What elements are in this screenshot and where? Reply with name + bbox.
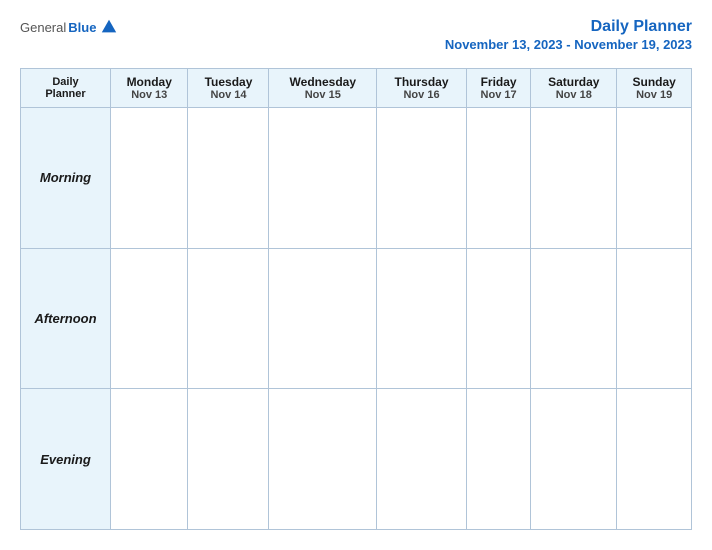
- title-area: Daily Planner November 13, 2023 - Novemb…: [445, 18, 692, 54]
- cell-morning-saturday[interactable]: [531, 108, 617, 249]
- cell-evening-monday[interactable]: [111, 389, 188, 530]
- col-header-saturday: Saturday Nov 18: [531, 69, 617, 108]
- cell-morning-friday[interactable]: [466, 108, 530, 249]
- logo: General Blue: [20, 18, 118, 36]
- day-name-wednesday: Wednesday: [273, 75, 372, 89]
- day-date-tuesday: Nov 14: [192, 89, 264, 101]
- date-range: November 13, 2023 - November 19, 2023: [445, 37, 692, 52]
- label-header-top: Daily: [25, 76, 106, 88]
- day-name-friday: Friday: [471, 75, 526, 89]
- cell-evening-tuesday[interactable]: [188, 389, 269, 530]
- row-morning: Morning: [21, 108, 692, 249]
- cell-evening-friday[interactable]: [466, 389, 530, 530]
- day-date-wednesday: Nov 15: [273, 89, 372, 101]
- cell-afternoon-saturday[interactable]: [531, 248, 617, 389]
- day-date-saturday: Nov 18: [535, 89, 612, 101]
- col-header-tuesday: Tuesday Nov 14: [188, 69, 269, 108]
- cell-evening-thursday[interactable]: [377, 389, 467, 530]
- cell-morning-monday[interactable]: [111, 108, 188, 249]
- col-header-sunday: Sunday Nov 19: [617, 69, 692, 108]
- col-header-wednesday: Wednesday Nov 15: [269, 69, 377, 108]
- day-name-tuesday: Tuesday: [192, 75, 264, 89]
- cell-evening-sunday[interactable]: [617, 389, 692, 530]
- col-header-thursday: Thursday Nov 16: [377, 69, 467, 108]
- col-header-monday: Monday Nov 13: [111, 69, 188, 108]
- day-name-thursday: Thursday: [381, 75, 462, 89]
- label-header-bottom: Planner: [25, 88, 106, 100]
- cell-afternoon-wednesday[interactable]: [269, 248, 377, 389]
- cell-afternoon-thursday[interactable]: [377, 248, 467, 389]
- table-header-row: Daily Planner Monday Nov 13 Tuesday Nov …: [21, 69, 692, 108]
- day-date-friday: Nov 17: [471, 89, 526, 101]
- time-label-evening: Evening: [21, 389, 111, 530]
- time-label-afternoon: Afternoon: [21, 248, 111, 389]
- cell-morning-tuesday[interactable]: [188, 108, 269, 249]
- logo-blue-text: Blue: [68, 20, 96, 35]
- logo-general-text: General: [20, 20, 66, 35]
- row-afternoon: Afternoon: [21, 248, 692, 389]
- day-date-thursday: Nov 16: [381, 89, 462, 101]
- cell-morning-thursday[interactable]: [377, 108, 467, 249]
- cell-afternoon-tuesday[interactable]: [188, 248, 269, 389]
- cell-morning-sunday[interactable]: [617, 108, 692, 249]
- logo-area: General Blue: [20, 18, 118, 36]
- table-header-label: Daily Planner: [21, 69, 111, 108]
- time-label-morning: Morning: [21, 108, 111, 249]
- day-name-saturday: Saturday: [535, 75, 612, 89]
- cell-afternoon-sunday[interactable]: [617, 248, 692, 389]
- cell-evening-wednesday[interactable]: [269, 389, 377, 530]
- cell-evening-saturday[interactable]: [531, 389, 617, 530]
- day-date-monday: Nov 13: [115, 89, 183, 101]
- page-title: Daily Planner: [591, 18, 692, 35]
- row-evening: Evening: [21, 389, 692, 530]
- planner-table: Daily Planner Monday Nov 13 Tuesday Nov …: [20, 68, 692, 530]
- day-name-monday: Monday: [115, 75, 183, 89]
- page-header: General Blue Daily Planner November 13, …: [20, 18, 692, 54]
- day-date-sunday: Nov 19: [621, 89, 687, 101]
- cell-morning-wednesday[interactable]: [269, 108, 377, 249]
- cell-afternoon-monday[interactable]: [111, 248, 188, 389]
- day-name-sunday: Sunday: [621, 75, 687, 89]
- col-header-friday: Friday Nov 17: [466, 69, 530, 108]
- cell-afternoon-friday[interactable]: [466, 248, 530, 389]
- logo-icon: [100, 18, 118, 36]
